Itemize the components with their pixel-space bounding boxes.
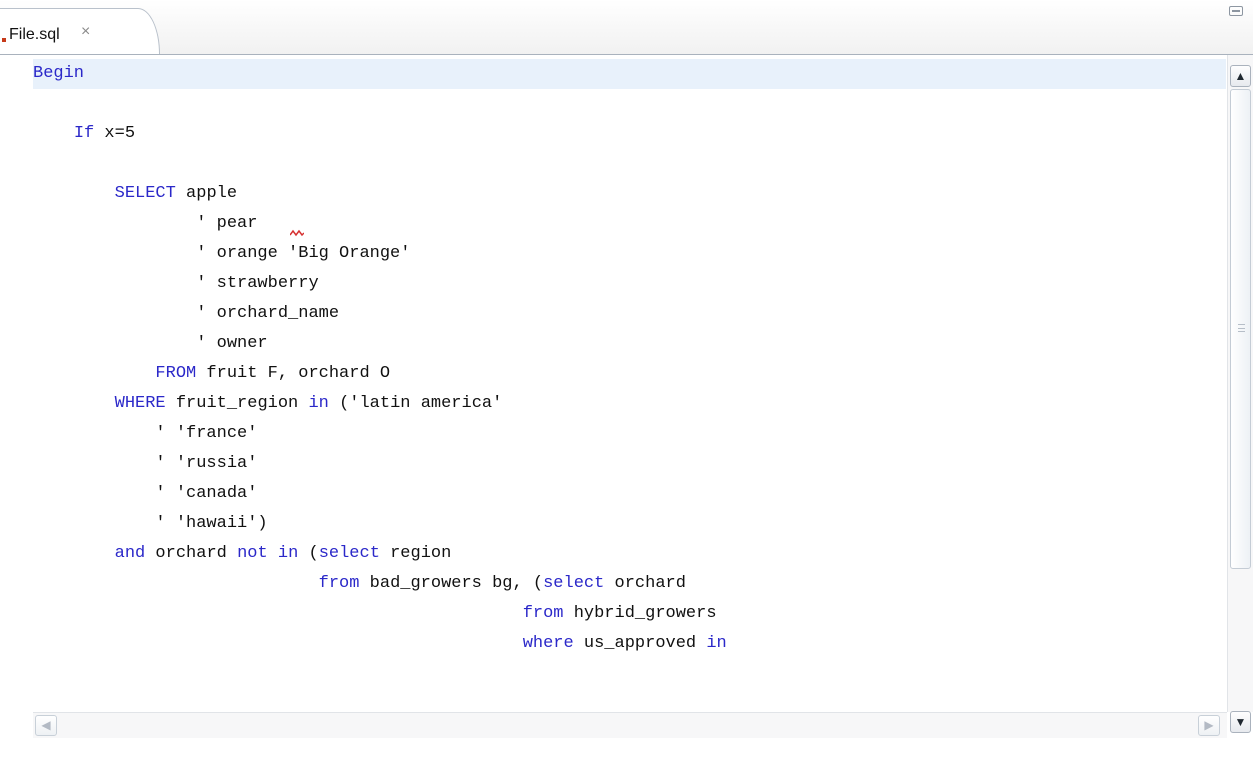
code-line[interactable]: ' 'france' xyxy=(33,419,1226,449)
code-token: fruit_region xyxy=(165,394,309,413)
code-line[interactable] xyxy=(33,89,1226,119)
code-line[interactable]: from bad_growers bg, (select orchard xyxy=(33,569,1226,599)
code-token: bad_growers bg, ( xyxy=(359,574,544,593)
scroll-down-icon[interactable]: ▼ xyxy=(1230,711,1251,733)
code-line[interactable]: where us_approved in xyxy=(33,629,1226,659)
close-tab-icon[interactable]: × xyxy=(81,23,90,41)
code-token: orchard xyxy=(145,544,238,563)
scroll-left-icon[interactable]: ◀ xyxy=(35,715,57,736)
sql-keyword: from xyxy=(522,604,564,623)
code-token: ( xyxy=(298,544,319,563)
sql-keyword: in xyxy=(706,634,727,653)
code-line[interactable]: from hybrid_growers xyxy=(33,599,1226,629)
sql-keyword: SELECT xyxy=(114,184,176,203)
file-tab[interactable]: File.sql × xyxy=(0,8,160,54)
code-line[interactable]: ' strawberry xyxy=(33,269,1226,299)
code-token: ' 'hawaii') xyxy=(33,514,268,533)
sql-keyword: in xyxy=(308,394,329,413)
code-token: region xyxy=(379,544,452,563)
sql-keyword: select xyxy=(318,544,380,563)
code-token: ' 'canada' xyxy=(33,484,258,503)
code-token: orchard xyxy=(604,574,686,593)
code-token: us_approved xyxy=(573,634,707,653)
code-line[interactable]: ' 'hawaii') xyxy=(33,509,1226,539)
horizontal-scrollbar[interactable]: ◀ ▶ xyxy=(33,712,1227,738)
code-line[interactable] xyxy=(33,149,1226,179)
sql-keyword: FROM xyxy=(155,364,197,383)
sql-editor[interactable]: where us_approved in from hybrid_growers… xyxy=(33,55,1226,712)
dirty-marker-icon xyxy=(2,38,6,42)
code-token: ' orchard_name xyxy=(33,304,340,323)
sql-keyword: Begin xyxy=(33,64,85,83)
code-line[interactable]: ' 'russia' xyxy=(33,449,1226,479)
code-line[interactable]: ' 'canada' xyxy=(33,479,1226,509)
editor-bottom-area xyxy=(0,738,1253,776)
code-line-current[interactable]: Begin xyxy=(33,59,1226,89)
sql-keyword: and xyxy=(114,544,146,563)
scroll-up-icon[interactable]: ▲ xyxy=(1230,65,1251,87)
editor-gutter xyxy=(0,55,33,712)
scroll-right-icon[interactable]: ▶ xyxy=(1198,715,1220,736)
code-line[interactable]: ' orange 'Big Orange' xyxy=(33,239,1226,269)
code-token: ' strawberry xyxy=(33,274,319,293)
editor-tab-bar: File.sql × xyxy=(0,0,1253,55)
code-line[interactable]: SELECT apple xyxy=(33,179,1226,209)
code-token: ('latin america' xyxy=(328,394,503,413)
code-token: ' orange 'Big Orange' xyxy=(33,244,411,263)
code-token: fruit F, orchard O xyxy=(196,364,391,383)
code-line[interactable]: If x=5 xyxy=(33,119,1226,149)
code-line[interactable]: FROM fruit F, orchard O xyxy=(33,359,1226,389)
file-tab-label: File.sql xyxy=(9,26,60,43)
code-line[interactable]: ' orchard_name xyxy=(33,299,1226,329)
vertical-scroll-thumb[interactable] xyxy=(1230,89,1251,569)
sql-keyword: not xyxy=(237,544,268,563)
scroll-grip-icon xyxy=(1238,324,1245,332)
sql-keyword: where xyxy=(522,634,574,653)
code-token: ' pear xyxy=(33,214,258,233)
vertical-scrollbar[interactable]: ▲ ▼ xyxy=(1227,55,1253,733)
sql-keyword: WHERE xyxy=(114,394,166,413)
code-token: hybrid_growers xyxy=(563,604,717,623)
spelling-error-squiggle xyxy=(290,229,304,237)
code-token: ' owner xyxy=(33,334,268,353)
sql-keyword: If xyxy=(73,124,95,143)
sql-keyword: select xyxy=(543,574,605,593)
minimize-editor-icon[interactable] xyxy=(1229,6,1243,16)
sql-keyword: from xyxy=(318,574,360,593)
code-line[interactable]: WHERE fruit_region in ('latin america' xyxy=(33,389,1226,419)
code-token: ' 'russia' xyxy=(33,454,258,473)
code-token: ' 'france' xyxy=(33,424,258,443)
code-line[interactable]: and orchard not in (select region xyxy=(33,539,1226,569)
code-line[interactable]: ' pear xyxy=(33,209,1226,239)
code-line[interactable]: ' owner xyxy=(33,329,1226,359)
sql-keyword: in xyxy=(277,544,299,563)
code-token: apple xyxy=(175,184,238,203)
code-token: x=5 xyxy=(94,124,136,143)
